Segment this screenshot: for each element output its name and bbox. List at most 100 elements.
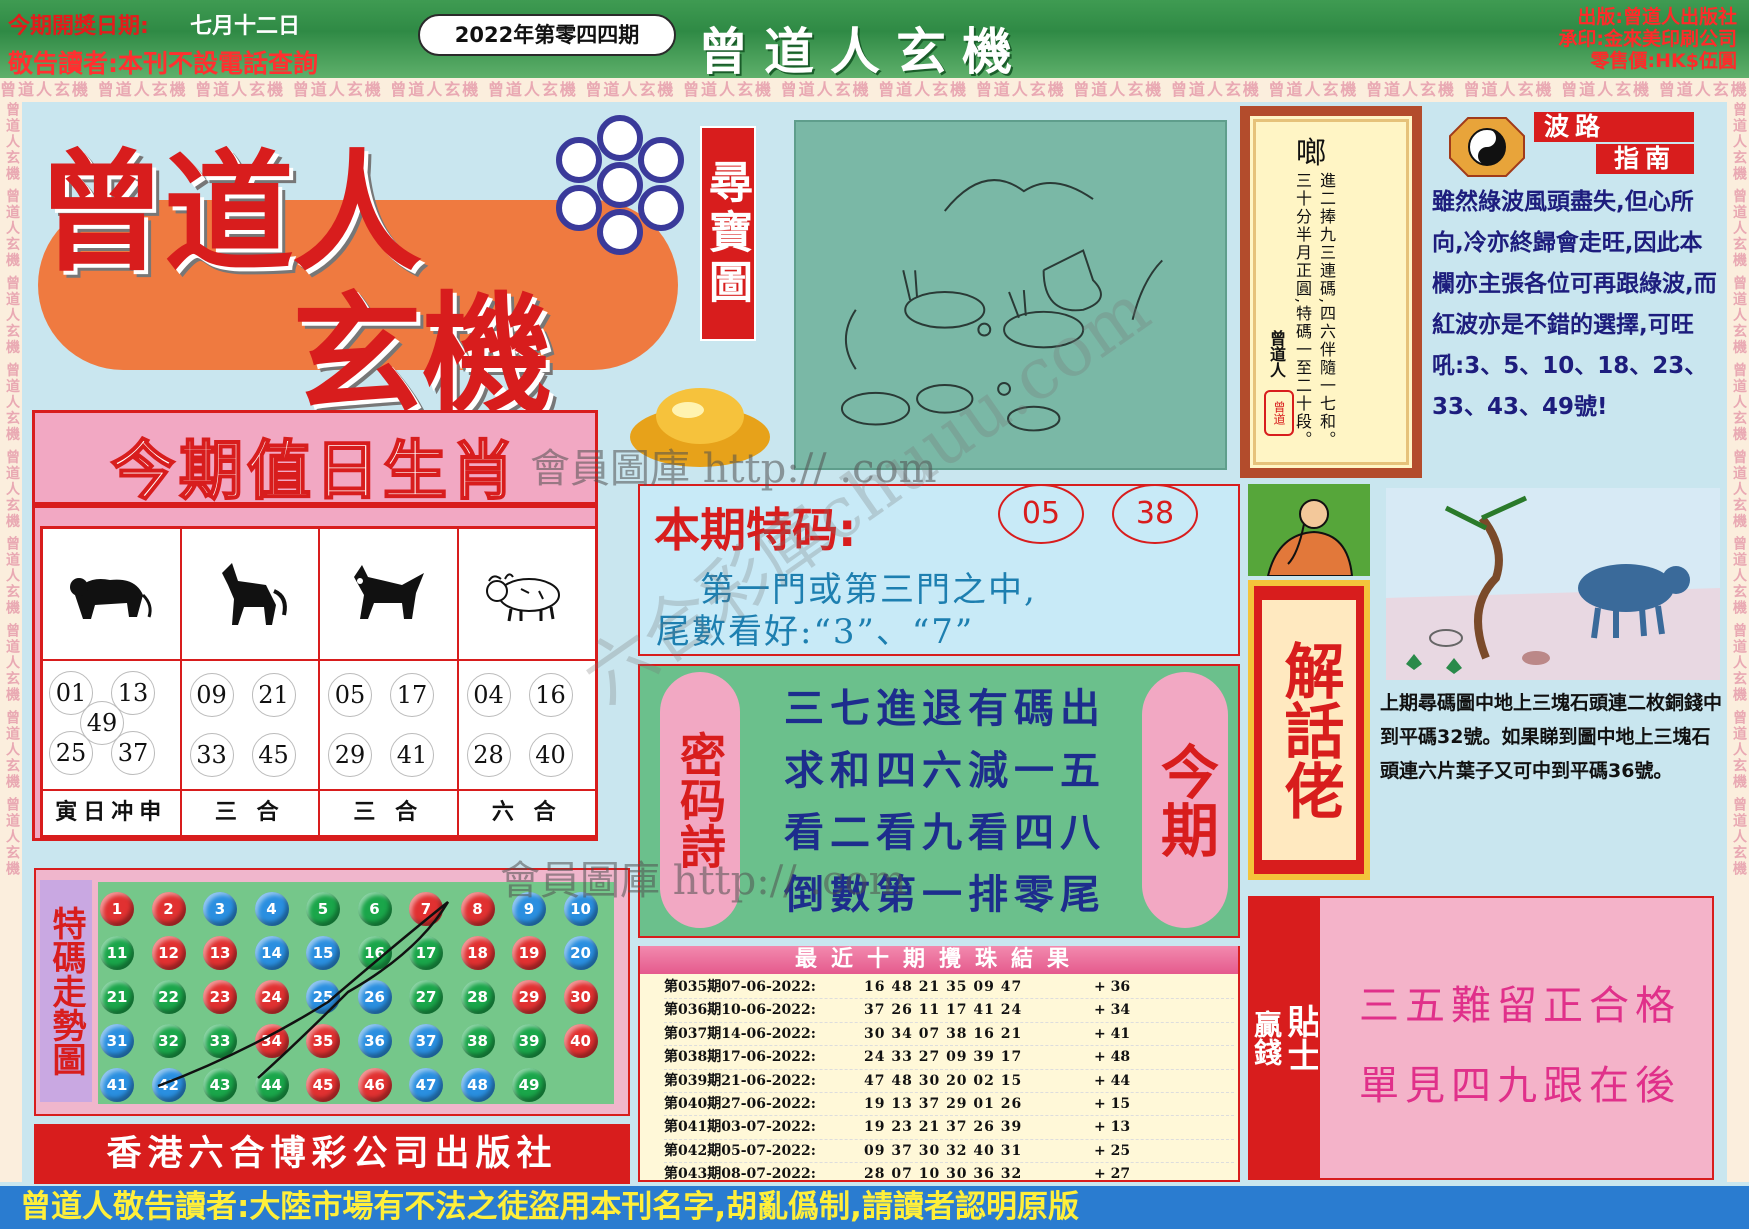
poem-body: 進二捧九三連碼,四六伴隨一七和。三十分半月正圓,特碼一至二十段。: [1293, 172, 1336, 450]
result-numbers: 47 48 30 20 02 15: [864, 1072, 1023, 1089]
printer-line: 承印:金來美印刷公司: [1558, 28, 1737, 50]
sage-icon: [1248, 484, 1370, 576]
seal-stamp: 曾道: [1264, 390, 1294, 436]
plus-sign: +: [1094, 979, 1111, 995]
zodiac-cell-tiger: [42, 528, 181, 660]
result-special: 25: [1110, 1142, 1131, 1159]
result-numbers: 28 07 10 30 36 32: [864, 1166, 1023, 1183]
result-row: 第041期03-07-2022: 19 23 21 37 26 39 + 13: [664, 1116, 1234, 1140]
publisher-line: 出版:曾道人出版社: [1577, 6, 1737, 28]
wave-guide-title: 波路: [1534, 112, 1694, 142]
special-number: 38: [1112, 484, 1198, 544]
tips-line: 單見四九跟在後: [1359, 1063, 1681, 1109]
result-label: 第036期10-06-2022:: [664, 1002, 816, 1019]
results-list: 第035期07-06-2022: 16 48 21 35 09 47 + 36 第03…: [664, 976, 1234, 1187]
result-special: 48: [1110, 1049, 1131, 1066]
issue-number: 2022年第零四四期: [418, 14, 676, 56]
zodiac-footer: 六 合: [457, 790, 596, 836]
zodiac-title: 今期值日生肖: [110, 434, 519, 510]
result-label: 第039期21-06-2022:: [664, 1072, 816, 1089]
result-row: 第036期10-06-2022: 37 26 11 17 41 24 + 34: [664, 999, 1234, 1023]
result-label: 第035期07-06-2022:: [664, 979, 816, 995]
result-row: 第043期08-07-2022: 28 07 10 30 36 32 + 27: [664, 1163, 1234, 1187]
horse-icon: [221, 563, 287, 625]
publisher-info: 出版:曾道人出版社 承印:金來美印刷公司 零售價:HK$伍圓: [1558, 6, 1737, 72]
wave-guide-text: 雖然綠波風頭盡失,但心所向,冷亦終歸會走旺,因此本欄亦主張各位可再跟綠波,而紅波…: [1432, 189, 1717, 420]
plus-sign: +: [1094, 1072, 1111, 1089]
result-row: 第039期21-06-2022: 47 48 30 20 02 15 + 44: [664, 1070, 1234, 1093]
publisher-footer: 香港六合博彩公司出版社: [34, 1124, 630, 1184]
wave-guide-subtitle: 指南: [1596, 144, 1694, 174]
zodiac-cell-dog: [319, 528, 458, 660]
result-label: 第042期05-07-2022:: [664, 1142, 816, 1159]
zodiac-number: 45: [251, 733, 296, 777]
zodiac-numbers-ox: 04 16 28 40: [457, 660, 596, 790]
draw-date-value: 七月十二日: [190, 14, 301, 39]
trend-curve: [157, 901, 450, 1088]
tips-text: 三五難留正合格 單見四九跟在後: [1330, 966, 1710, 1126]
zodiac-number: 25: [49, 731, 93, 775]
draw-date-label: 今期開獎日期:: [8, 14, 149, 39]
result-label: 第043期08-07-2022:: [664, 1166, 816, 1183]
zodiac-numbers-horse: 09 21 33 45: [180, 660, 319, 790]
win-money-tag: 贏錢: [1248, 896, 1284, 1180]
result-row: 第042期05-07-2022: 09 37 30 32 40 31 + 25: [664, 1140, 1234, 1164]
result-special: 41: [1110, 1025, 1131, 1042]
result-special: 44: [1110, 1072, 1131, 1089]
result-numbers: 19 13 37 29 01 26: [864, 1095, 1023, 1112]
cow-picture: [1386, 488, 1720, 680]
treasure-map-tag: 尋寶圖: [700, 126, 756, 341]
dog-icon: [354, 565, 424, 619]
zodiac-numbers-dog: 05 17 29 41: [319, 660, 458, 790]
ox-icon: [485, 573, 560, 622]
zodiac-numbers-tiger: 01 13 49 25 37: [42, 660, 181, 790]
right-band: 曾道人玄機 曾道人玄機 曾道人玄機 曾道人玄機 曾道人玄機 曾道人玄機 曾道人玄…: [1727, 102, 1749, 1182]
poem-line: 求和四六減一五: [784, 747, 1106, 794]
plus-sign: +: [1094, 1025, 1111, 1042]
zodiac-number: 16: [528, 673, 573, 717]
result-numbers: 16 48 21 35 09 47: [864, 979, 1023, 995]
current-issue-tag: 今期: [1142, 672, 1228, 928]
zodiac-number: 17: [390, 673, 434, 717]
tips-line: 三五難留正合格: [1359, 983, 1681, 1029]
zodiac-number: 28: [466, 733, 511, 777]
result-row: 第038期17-06-2022: 24 33 27 09 39 17 + 48: [664, 1046, 1234, 1070]
result-row: 第037期14-06-2022: 30 34 07 38 16 21 + 41: [664, 1023, 1234, 1047]
zodiac-footer: 三 合: [319, 790, 458, 836]
result-row: 第035期07-06-2022: 16 48 21 35 09 47 + 36: [664, 976, 1234, 1000]
plus-sign: +: [1094, 1049, 1111, 1066]
masthead-title: 曾道人玄機: [698, 23, 1028, 81]
result-special: 36: [1110, 979, 1131, 995]
left-band: 曾道人玄機 曾道人玄機 曾道人玄機 曾道人玄機 曾道人玄機 曾道人玄機 曾道人玄…: [0, 102, 22, 1182]
zodiac-cell-horse: [180, 528, 319, 660]
plus-sign: +: [1094, 1002, 1111, 1019]
result-special: 15: [1110, 1095, 1131, 1112]
result-label: 第037期14-06-2022:: [664, 1025, 816, 1042]
price-line: 零售價:HK$伍圓: [1590, 50, 1737, 72]
result-special: 13: [1110, 1119, 1131, 1136]
piracy-warning: 曾道人敬告讀者:大陸市場有不法之徒盜用本刊名字,胡亂僞制,請讀者認明原版: [0, 1186, 1749, 1229]
result-row: 第040期27-06-2022: 19 13 37 29 01 26 + 15: [664, 1093, 1234, 1117]
plus-sign: +: [1094, 1142, 1111, 1159]
trend-title: 特碼走勢圖: [40, 880, 92, 1102]
result-special: 27: [1110, 1166, 1131, 1183]
zodiac-number: 09: [189, 673, 234, 717]
watermark-text: 會員圖庫 http:// .com: [500, 858, 907, 904]
tiger-icon: [70, 578, 152, 619]
results-title: 最近十期攪珠結果: [640, 946, 1238, 974]
tips-tag: 貼士: [1281, 896, 1321, 1180]
special-number: 05: [998, 484, 1084, 544]
zodiac-footer: 三 合: [180, 790, 319, 836]
explain-note: 上期尋碼圖中地上三塊石頭連二枚銅錢中到平碼32號。如果睇到圖中地上三塊石頭連六片…: [1380, 692, 1723, 782]
poem-signature: 曾道人: [1267, 330, 1286, 378]
zodiac-number: 33: [189, 733, 234, 777]
watermark-band: 曾道人玄機 曾道人玄機 曾道人玄機 曾道人玄機 曾道人玄機 曾道人玄機 曾道人玄…: [0, 78, 1749, 102]
plus-sign: +: [1094, 1166, 1111, 1183]
result-numbers: 24 33 27 09 39 17: [864, 1049, 1023, 1066]
plus-sign: +: [1094, 1095, 1111, 1112]
rings-icon: [556, 115, 684, 255]
result-numbers: 37 26 11 17 41 24: [864, 1002, 1023, 1019]
zodiac-number: 41: [390, 733, 434, 777]
result-label: 第038期17-06-2022:: [664, 1049, 816, 1066]
poem-head: 啷: [1296, 136, 1326, 171]
